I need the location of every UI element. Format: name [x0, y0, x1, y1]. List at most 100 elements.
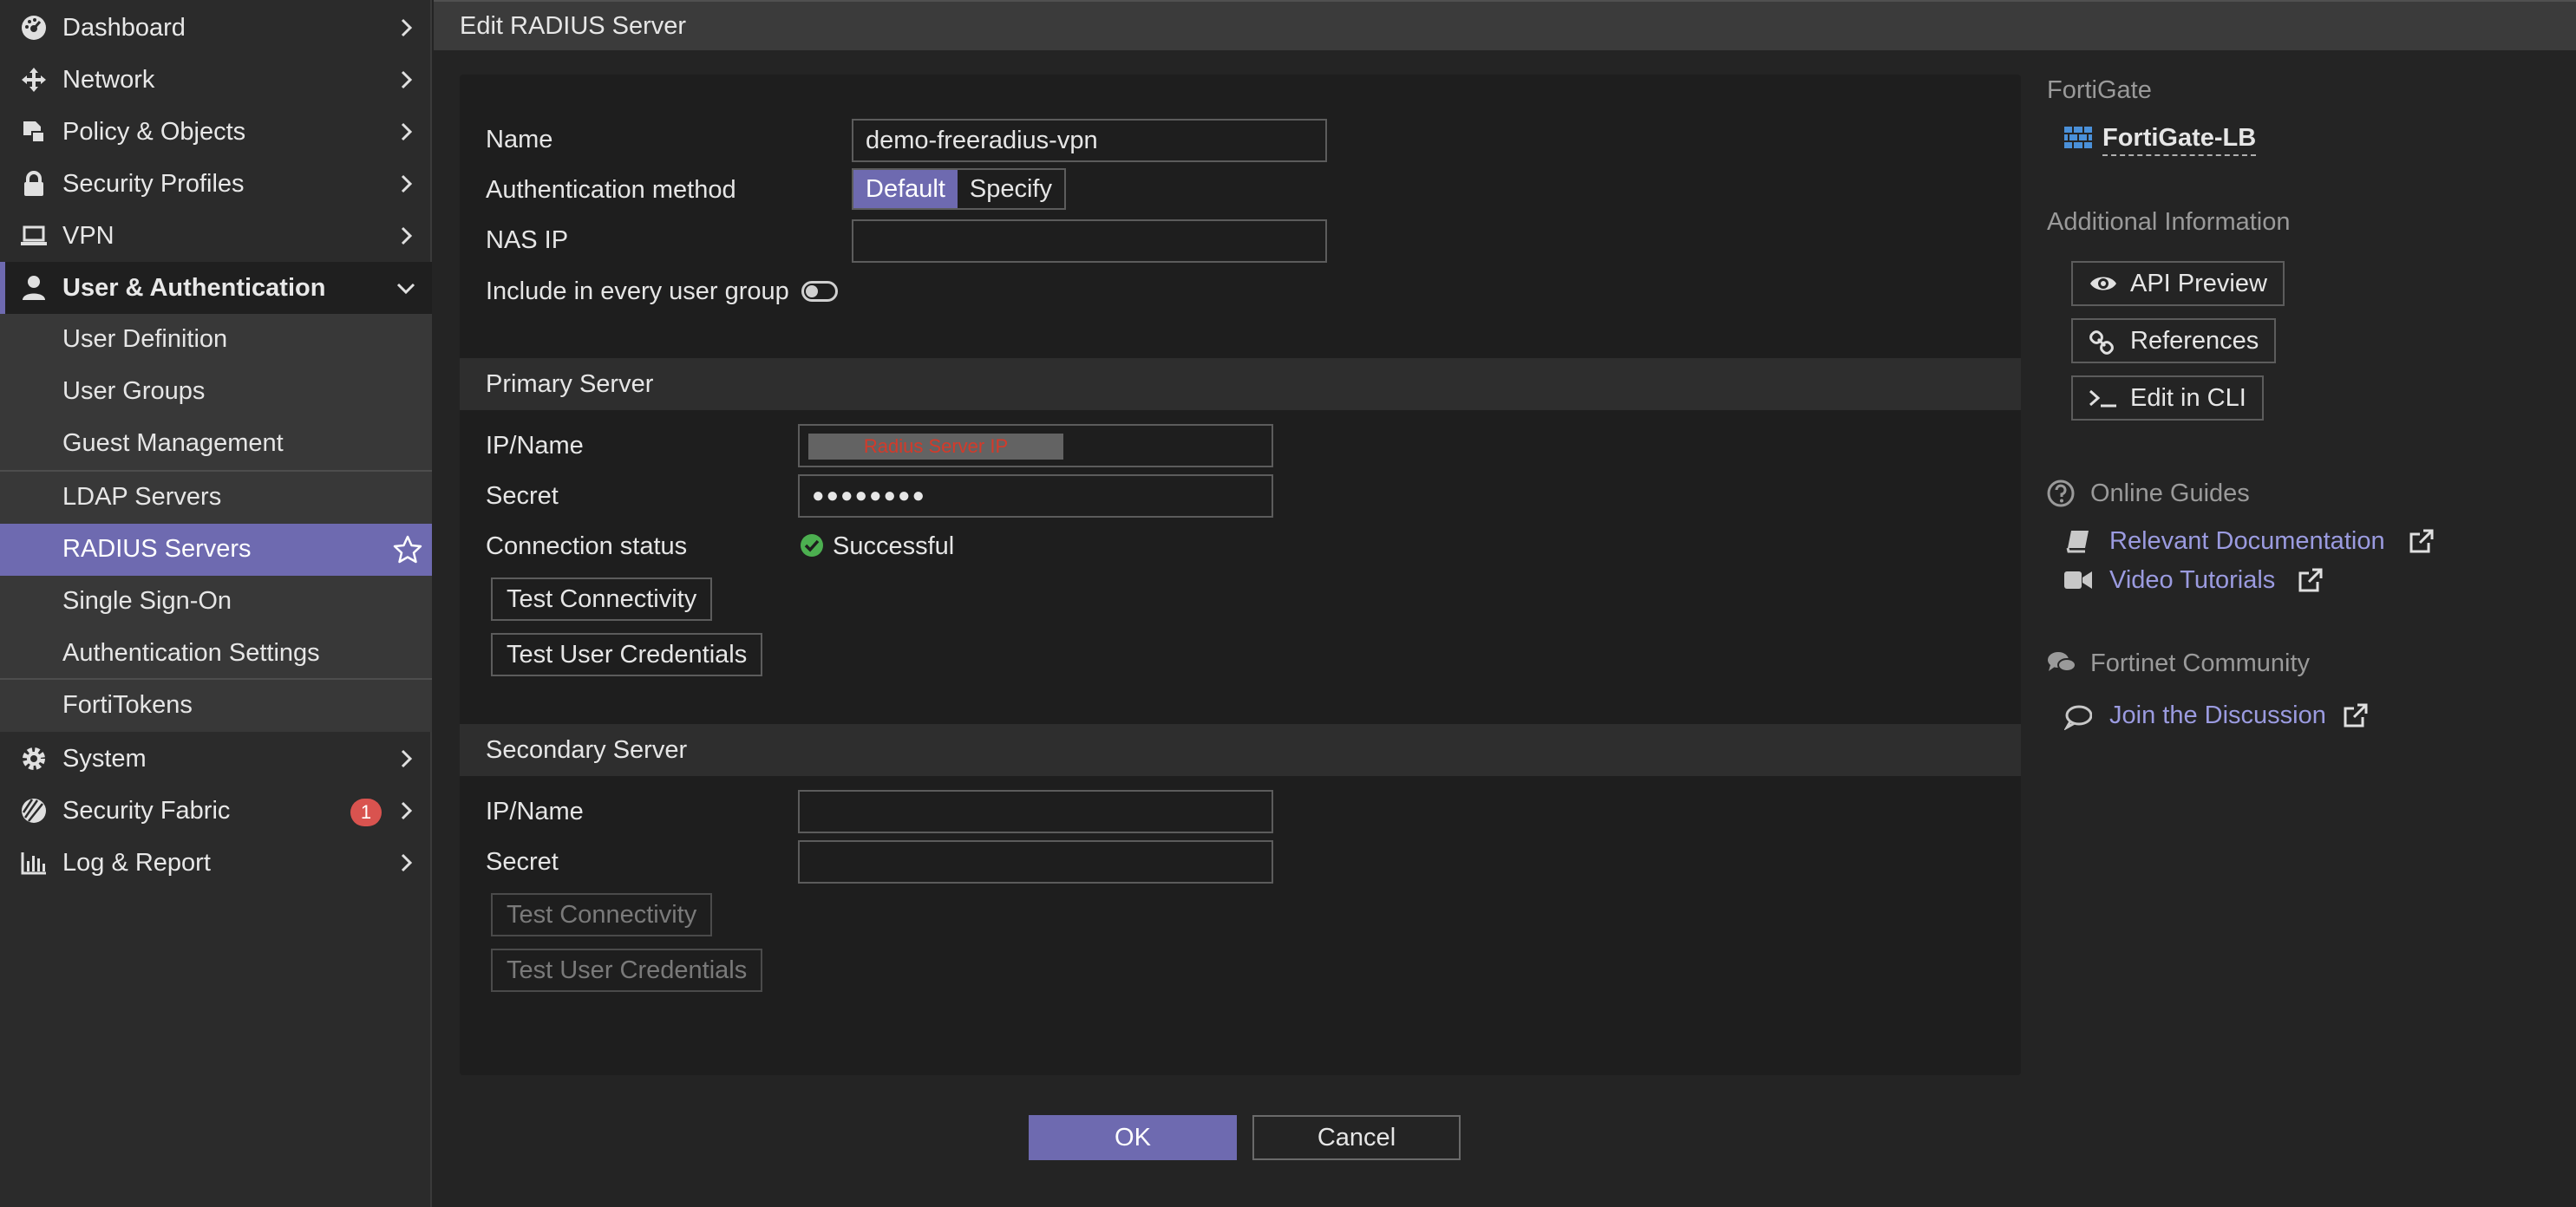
sidebar-item-guest-management[interactable]: Guest Management: [0, 418, 432, 470]
sidebar-item-label: LDAP Servers: [62, 483, 222, 511]
bar-chart-icon: [19, 849, 49, 877]
nav-policy-objects[interactable]: Policy & Objects: [0, 106, 432, 158]
nav-dashboard[interactable]: Dashboard: [0, 2, 432, 54]
page-title-bar: Edit RADIUS Server: [434, 0, 2576, 50]
secondary-secret-input[interactable]: [798, 840, 1273, 884]
check-circle-icon: [801, 534, 823, 557]
lock-icon: [19, 170, 49, 198]
primary-ip-label: IP/Name: [486, 432, 584, 460]
edit-in-cli-label: Edit in CLI: [2130, 384, 2246, 412]
gear-icon: [19, 745, 49, 773]
notification-badge: 1: [350, 799, 382, 826]
name-label: Name: [486, 126, 553, 153]
video-tutorials-link[interactable]: Video Tutorials: [2109, 566, 2275, 595]
external-link-icon[interactable]: [2342, 701, 2370, 729]
policy-objects-icon: [19, 118, 49, 146]
nav-label: Dashboard: [62, 13, 186, 42]
primary-secret-input[interactable]: ●●●●●●●●: [798, 474, 1273, 518]
nav-label: System: [62, 744, 147, 773]
dashboard-icon: [19, 14, 49, 42]
device-heading: FortiGate: [2047, 76, 2152, 104]
auth-method-toggle: Default Specify: [852, 168, 1066, 210]
external-link-icon[interactable]: [2297, 566, 2324, 594]
link-chain-icon: [2089, 330, 2114, 355]
sidebar-item-label: FortiTokens: [62, 691, 193, 719]
sidebar-item-single-sign-on[interactable]: Single Sign-On: [0, 576, 432, 628]
relevant-documentation-link[interactable]: Relevant Documentation: [2109, 527, 2385, 556]
sidebar-item-label: Authentication Settings: [62, 639, 320, 667]
page-title: Edit RADIUS Server: [460, 12, 687, 40]
secondary-ip-label: IP/Name: [486, 798, 584, 825]
nav-label: VPN: [62, 221, 114, 250]
nav-network[interactable]: Network: [0, 54, 432, 106]
nav-label: User & Authentication: [62, 273, 326, 302]
sidebar-item-label: RADIUS Servers: [62, 535, 252, 563]
references-label: References: [2130, 327, 2259, 355]
chevron-right-icon: [401, 226, 413, 245]
name-input[interactable]: demo-freeradius-vpn: [852, 119, 1327, 162]
secondary-server-header: Secondary Server: [460, 724, 2021, 776]
video-camera-icon: [2064, 571, 2092, 589]
fabric-icon: [19, 797, 49, 825]
chevron-right-icon: [401, 174, 413, 193]
sidebar-item-user-definition[interactable]: User Definition: [0, 314, 432, 366]
comment-icon: [2064, 705, 2092, 730]
primary-test-credentials-button[interactable]: Test User Credentials: [491, 633, 763, 676]
secondary-ip-input[interactable]: [798, 790, 1273, 833]
additional-info-heading: Additional Information: [2047, 208, 2291, 236]
join-discussion-link[interactable]: Join the Discussion: [2109, 701, 2326, 730]
nav-label: Policy & Objects: [62, 117, 246, 146]
device-link[interactable]: FortiGate-LB: [2102, 124, 2257, 156]
primary-test-connectivity-button[interactable]: Test Connectivity: [491, 577, 713, 621]
nav-security-profiles[interactable]: Security Profiles: [0, 158, 432, 210]
chevron-right-icon: [401, 70, 413, 89]
secondary-test-connectivity-button[interactable]: Test Connectivity: [491, 893, 713, 936]
ok-button[interactable]: OK: [1029, 1115, 1237, 1160]
sidebar-item-user-groups[interactable]: User Groups: [0, 366, 432, 418]
connection-status-label: Connection status: [486, 532, 688, 560]
edit-in-cli-button[interactable]: Edit in CLI: [2071, 375, 2264, 421]
auth-method-default-button[interactable]: Default: [853, 170, 958, 208]
connection-status-value: Successful: [833, 532, 955, 560]
fortinet-community-heading: Fortinet Community: [2090, 649, 2311, 677]
comments-icon: [2048, 652, 2076, 672]
nav-system[interactable]: System: [0, 733, 432, 785]
references-button[interactable]: References: [2071, 318, 2277, 363]
sidebar-item-label: Single Sign-On: [62, 587, 232, 615]
section-title: Secondary Server: [486, 736, 688, 764]
secondary-test-credentials-button[interactable]: Test User Credentials: [491, 949, 763, 992]
sidebar-item-ldap-servers[interactable]: LDAP Servers: [0, 472, 432, 524]
auth-method-specify-button[interactable]: Specify: [958, 170, 1064, 208]
section-title: Primary Server: [486, 370, 654, 398]
chevron-right-icon: [401, 801, 413, 820]
nav-vpn[interactable]: VPN: [0, 210, 432, 262]
sidebar-item-fortitokens[interactable]: FortiTokens: [0, 680, 432, 732]
primary-server-header: Primary Server: [460, 358, 2021, 410]
online-guides-heading: Online Guides: [2090, 480, 2250, 507]
sidebar: Dashboard Network Policy & Objects Secur…: [0, 0, 432, 1207]
nav-security-fabric[interactable]: Security Fabric 1: [0, 785, 432, 837]
nav-user-authentication[interactable]: User & Authentication: [0, 262, 432, 314]
nas-ip-input[interactable]: [852, 219, 1327, 263]
sidebar-item-label: User Definition: [62, 325, 228, 353]
primary-secret-label: Secret: [486, 482, 559, 510]
sidebar-item-authentication-settings[interactable]: Authentication Settings: [0, 628, 432, 680]
star-favorite-icon[interactable]: [392, 534, 423, 565]
nav-label: Log & Report: [62, 848, 211, 877]
api-preview-button[interactable]: API Preview: [2071, 261, 2285, 306]
nas-ip-label: NAS IP: [486, 226, 569, 254]
secondary-secret-label: Secret: [486, 848, 559, 876]
nav-label: Network: [62, 65, 155, 94]
laptop-icon: [19, 222, 49, 250]
user-icon: [19, 274, 49, 302]
include-user-group-toggle[interactable]: [801, 281, 838, 302]
chevron-right-icon: [401, 122, 413, 141]
external-link-icon[interactable]: [2408, 527, 2435, 555]
network-move-icon: [19, 66, 49, 94]
auth-method-label: Authentication method: [486, 176, 736, 204]
sidebar-item-label: Guest Management: [62, 429, 284, 457]
cancel-button[interactable]: Cancel: [1252, 1115, 1461, 1160]
nav-log-report[interactable]: Log & Report: [0, 837, 432, 889]
chevron-right-icon: [401, 18, 413, 37]
sidebar-item-radius-servers[interactable]: RADIUS Servers: [0, 524, 432, 576]
